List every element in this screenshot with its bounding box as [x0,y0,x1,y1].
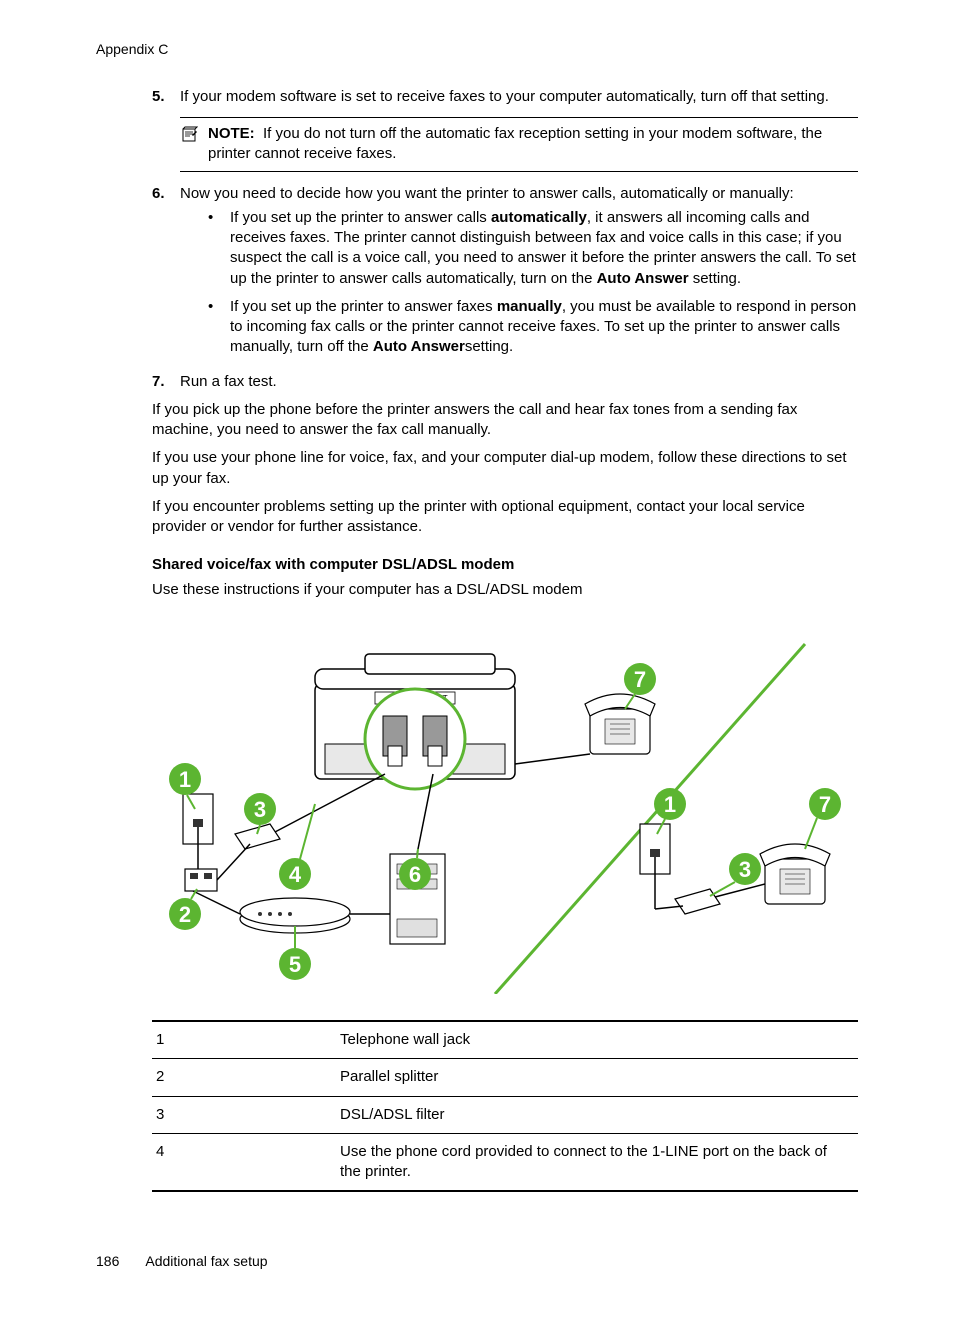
svg-text:2: 2 [179,902,191,927]
section-subtext: Use these instructions if your computer … [152,580,858,600]
step-6-number: 6. [152,184,180,366]
footer-title: Additional fax setup [145,1252,267,1271]
step-5-number: 5. [152,87,180,107]
svg-text:7: 7 [819,792,831,817]
table-row: 2Parallel splitter [152,1059,858,1096]
step-5: 5. If your modem software is set to rece… [152,87,858,107]
parallel-splitter-icon [185,869,217,891]
callout-4: 4 [279,804,315,890]
appendix-label: Appendix C [96,40,858,59]
callout-3-right: 3 [710,853,761,896]
wall-jack-left-icon [183,794,213,869]
printer-icon: 1-LINE 2-EXT [315,654,515,789]
phone-right-icon [760,844,830,904]
svg-text:6: 6 [409,862,421,887]
callout-7-right: 7 [805,788,841,849]
step-6: 6. Now you need to decide how you want t… [152,184,858,366]
callout-5: 5 [279,926,311,980]
step-7-number: 7. [152,372,180,392]
dsl-modem-icon [193,891,390,933]
wall-jack-right-icon [640,824,670,909]
section-heading: Shared voice/fax with computer DSL/ADSL … [152,555,858,575]
legend-table: 1Telephone wall jack 2Parallel splitter … [152,1020,858,1192]
step-5-text: If your modem software is set to receive… [180,87,858,107]
paragraph-1: If you pick up the phone before the prin… [152,400,858,441]
step-6-text: Now you need to decide how you want the … [180,185,794,202]
note-icon [180,125,198,143]
svg-text:7: 7 [634,667,646,692]
note-body: If you do not turn off the automatic fax… [208,125,822,162]
dsl-filter-right-icon [655,884,765,914]
svg-text:1: 1 [179,767,191,792]
svg-text:1: 1 [664,792,676,817]
note-text: NOTE: If you do not turn off the automat… [208,124,858,165]
paragraph-2: If you use your phone line for voice, fa… [152,448,858,489]
page-footer: 186 Additional fax setup [96,1252,858,1271]
paragraph-3: If you encounter problems setting up the… [152,497,858,538]
svg-text:3: 3 [254,797,266,822]
note-box: NOTE: If you do not turn off the automat… [180,117,858,172]
bullet-manual: • If you set up the printer to answer fa… [208,297,858,358]
callout-2-left: 2 [169,889,201,930]
table-row: 4Use the phone cord provided to connect … [152,1133,858,1191]
step-7-text: Run a fax test. [180,372,858,392]
svg-text:3: 3 [739,857,751,882]
svg-text:5: 5 [289,952,301,977]
table-row: 3DSL/ADSL filter [152,1096,858,1133]
table-row: 1Telephone wall jack [152,1021,858,1059]
svg-text:4: 4 [289,862,302,887]
note-label: NOTE: [208,125,255,142]
page-number: 186 [96,1252,119,1271]
setup-diagram: 1-LINE 2-EXT [152,624,858,1000]
step-7: 7. Run a fax test. [152,372,858,392]
phone-left-icon [515,694,655,764]
bullet-automatic: • If you set up the printer to answer ca… [208,208,858,289]
